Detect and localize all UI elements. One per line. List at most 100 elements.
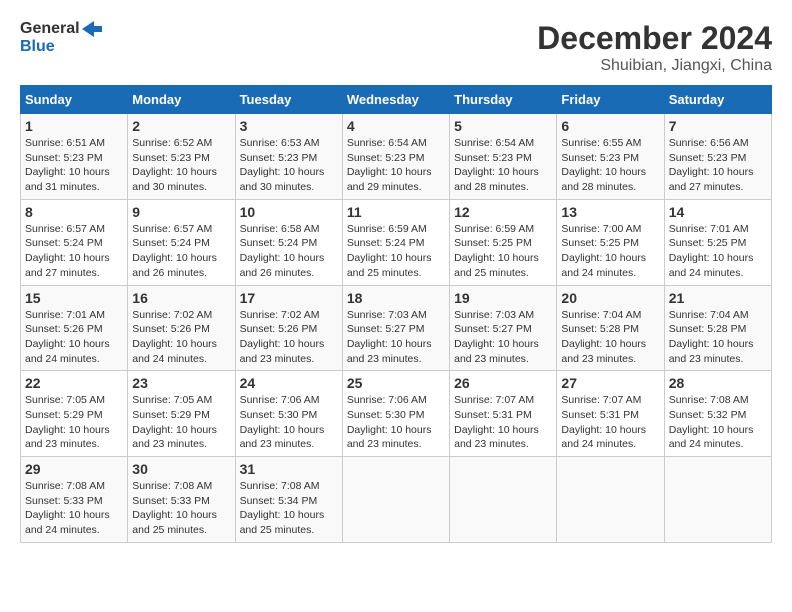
calendar-day: 3 Sunrise: 6:53 AM Sunset: 5:23 PM Daylig… <box>235 114 342 200</box>
calendar-week-row: 29 Sunrise: 7:08 AM Sunset: 5:33 PM Dayli… <box>21 457 772 543</box>
calendar-week-row: 8 Sunrise: 6:57 AM Sunset: 5:24 PM Daylig… <box>21 199 772 285</box>
day-number: 27 <box>561 375 659 391</box>
calendar-day: 23Sunrise: 7:05 AM Sunset: 5:29 PM Dayli… <box>128 371 235 457</box>
calendar-day: 1 Sunrise: 6:51 AM Sunset: 5:23 PM Daylig… <box>21 114 128 200</box>
col-sunday: Sunday <box>21 86 128 114</box>
day-number: 20 <box>561 290 659 306</box>
logo-text: General Blue <box>20 20 102 55</box>
calendar-day <box>664 457 771 543</box>
day-number: 10 <box>240 204 338 220</box>
day-info: Sunrise: 6:53 AM Sunset: 5:23 PM Dayligh… <box>240 136 338 195</box>
col-monday: Monday <box>128 86 235 114</box>
calendar-day: 18Sunrise: 7:03 AM Sunset: 5:27 PM Dayli… <box>342 285 449 371</box>
calendar-week-row: 22 Sunrise: 7:05 AM Sunset: 5:29 PM Dayli… <box>21 371 772 457</box>
calendar-day: 28 Sunrise: 7:08 AM Sunset: 5:32 PM Dayli… <box>664 371 771 457</box>
col-saturday: Saturday <box>664 86 771 114</box>
calendar-day: 22 Sunrise: 7:05 AM Sunset: 5:29 PM Dayli… <box>21 371 128 457</box>
calendar-day: 15 Sunrise: 7:01 AM Sunset: 5:26 PM Dayli… <box>21 285 128 371</box>
header-row: Sunday Monday Tuesday Wednesday Thursday… <box>21 86 772 114</box>
calendar-day: 26 Sunrise: 7:07 AM Sunset: 5:31 PM Dayli… <box>450 371 557 457</box>
day-number: 28 <box>669 375 767 391</box>
day-info: Sunrise: 6:58 AM Sunset: 5:24 PM Dayligh… <box>240 222 338 281</box>
day-number: 13 <box>561 204 659 220</box>
day-number: 25 <box>347 375 445 391</box>
day-info: Sunrise: 6:57 AM Sunset: 5:24 PM Dayligh… <box>132 222 230 281</box>
day-number: 29 <box>25 461 123 477</box>
day-number: 4 <box>347 118 445 134</box>
day-info: Sunrise: 7:06 AM Sunset: 5:30 PM Dayligh… <box>347 393 445 452</box>
day-info: Sunrise: 6:51 AM Sunset: 5:23 PM Dayligh… <box>25 136 123 195</box>
day-number: 24 <box>240 375 338 391</box>
day-info: Sunrise: 7:04 AM Sunset: 5:28 PM Dayligh… <box>561 308 659 367</box>
calendar-day: 24 Sunrise: 7:06 AM Sunset: 5:30 PM Dayli… <box>235 371 342 457</box>
calendar-week-row: 15 Sunrise: 7:01 AM Sunset: 5:26 PM Dayli… <box>21 285 772 371</box>
day-number: 12 <box>454 204 552 220</box>
day-number: 22 <box>25 375 123 391</box>
day-info: Sunrise: 7:04 AM Sunset: 5:28 PM Dayligh… <box>669 308 767 367</box>
day-info: Sunrise: 7:07 AM Sunset: 5:31 PM Dayligh… <box>561 393 659 452</box>
day-number: 16 <box>132 290 230 306</box>
day-info: Sunrise: 6:52 AM Sunset: 5:23 PM Dayligh… <box>132 136 230 195</box>
day-number: 8 <box>25 204 123 220</box>
day-info: Sunrise: 7:08 AM Sunset: 5:33 PM Dayligh… <box>132 479 230 538</box>
day-number: 6 <box>561 118 659 134</box>
calendar-day: 7Sunrise: 6:56 AM Sunset: 5:23 PM Daylig… <box>664 114 771 200</box>
col-wednesday: Wednesday <box>342 86 449 114</box>
day-number: 1 <box>25 118 123 134</box>
calendar-day: 29 Sunrise: 7:08 AM Sunset: 5:33 PM Dayli… <box>21 457 128 543</box>
calendar-day: 6 Sunrise: 6:55 AM Sunset: 5:23 PM Daylig… <box>557 114 664 200</box>
day-info: Sunrise: 7:08 AM Sunset: 5:32 PM Dayligh… <box>669 393 767 452</box>
col-thursday: Thursday <box>450 86 557 114</box>
day-info: Sunrise: 7:00 AM Sunset: 5:25 PM Dayligh… <box>561 222 659 281</box>
day-info: Sunrise: 7:03 AM Sunset: 5:27 PM Dayligh… <box>454 308 552 367</box>
logo: General Blue <box>20 20 102 55</box>
day-number: 21 <box>669 290 767 306</box>
day-info: Sunrise: 7:02 AM Sunset: 5:26 PM Dayligh… <box>132 308 230 367</box>
day-info: Sunrise: 6:54 AM Sunset: 5:23 PM Dayligh… <box>347 136 445 195</box>
calendar-day: 13 Sunrise: 7:00 AM Sunset: 5:25 PM Dayli… <box>557 199 664 285</box>
calendar-day: 20 Sunrise: 7:04 AM Sunset: 5:28 PM Dayli… <box>557 285 664 371</box>
calendar-title: December 2024 <box>537 20 772 57</box>
day-info: Sunrise: 6:56 AM Sunset: 5:23 PM Dayligh… <box>669 136 767 195</box>
col-friday: Friday <box>557 86 664 114</box>
day-info: Sunrise: 7:06 AM Sunset: 5:30 PM Dayligh… <box>240 393 338 452</box>
calendar-day: 8 Sunrise: 6:57 AM Sunset: 5:24 PM Daylig… <box>21 199 128 285</box>
day-number: 15 <box>25 290 123 306</box>
day-number: 31 <box>240 461 338 477</box>
calendar-day <box>557 457 664 543</box>
calendar-day: 16 Sunrise: 7:02 AM Sunset: 5:26 PM Dayli… <box>128 285 235 371</box>
day-info: Sunrise: 6:57 AM Sunset: 5:24 PM Dayligh… <box>25 222 123 281</box>
day-number: 19 <box>454 290 552 306</box>
day-number: 30 <box>132 461 230 477</box>
day-info: Sunrise: 7:02 AM Sunset: 5:26 PM Dayligh… <box>240 308 338 367</box>
day-info: Sunrise: 7:03 AM Sunset: 5:27 PM Dayligh… <box>347 308 445 367</box>
calendar-subtitle: Shuibian, Jiangxi, China <box>537 57 772 75</box>
calendar-day: 25 Sunrise: 7:06 AM Sunset: 5:30 PM Dayli… <box>342 371 449 457</box>
calendar-day: 19 Sunrise: 7:03 AM Sunset: 5:27 PM Dayli… <box>450 285 557 371</box>
day-info: Sunrise: 7:07 AM Sunset: 5:31 PM Dayligh… <box>454 393 552 452</box>
day-number: 3 <box>240 118 338 134</box>
day-info: Sunrise: 7:01 AM Sunset: 5:25 PM Dayligh… <box>669 222 767 281</box>
day-info: Sunrise: 6:55 AM Sunset: 5:23 PM Dayligh… <box>561 136 659 195</box>
day-info: Sunrise: 6:59 AM Sunset: 5:24 PM Dayligh… <box>347 222 445 281</box>
calendar-day <box>450 457 557 543</box>
day-info: Sunrise: 6:59 AM Sunset: 5:25 PM Dayligh… <box>454 222 552 281</box>
calendar-day <box>342 457 449 543</box>
day-number: 23 <box>132 375 230 391</box>
calendar-day: 2 Sunrise: 6:52 AM Sunset: 5:23 PM Daylig… <box>128 114 235 200</box>
day-info: Sunrise: 7:08 AM Sunset: 5:33 PM Dayligh… <box>25 479 123 538</box>
day-number: 2 <box>132 118 230 134</box>
day-info: Sunrise: 7:01 AM Sunset: 5:26 PM Dayligh… <box>25 308 123 367</box>
day-number: 26 <box>454 375 552 391</box>
calendar-day: 30 Sunrise: 7:08 AM Sunset: 5:33 PM Dayli… <box>128 457 235 543</box>
calendar-day: 31 Sunrise: 7:08 AM Sunset: 5:34 PM Dayli… <box>235 457 342 543</box>
col-tuesday: Tuesday <box>235 86 342 114</box>
day-number: 5 <box>454 118 552 134</box>
calendar-day: 9Sunrise: 6:57 AM Sunset: 5:24 PM Daylig… <box>128 199 235 285</box>
day-info: Sunrise: 7:05 AM Sunset: 5:29 PM Dayligh… <box>25 393 123 452</box>
day-info: Sunrise: 7:08 AM Sunset: 5:34 PM Dayligh… <box>240 479 338 538</box>
calendar-day: 12 Sunrise: 6:59 AM Sunset: 5:25 PM Dayli… <box>450 199 557 285</box>
calendar-day: 14 Sunrise: 7:01 AM Sunset: 5:25 PM Dayli… <box>664 199 771 285</box>
day-info: Sunrise: 6:54 AM Sunset: 5:23 PM Dayligh… <box>454 136 552 195</box>
day-number: 14 <box>669 204 767 220</box>
